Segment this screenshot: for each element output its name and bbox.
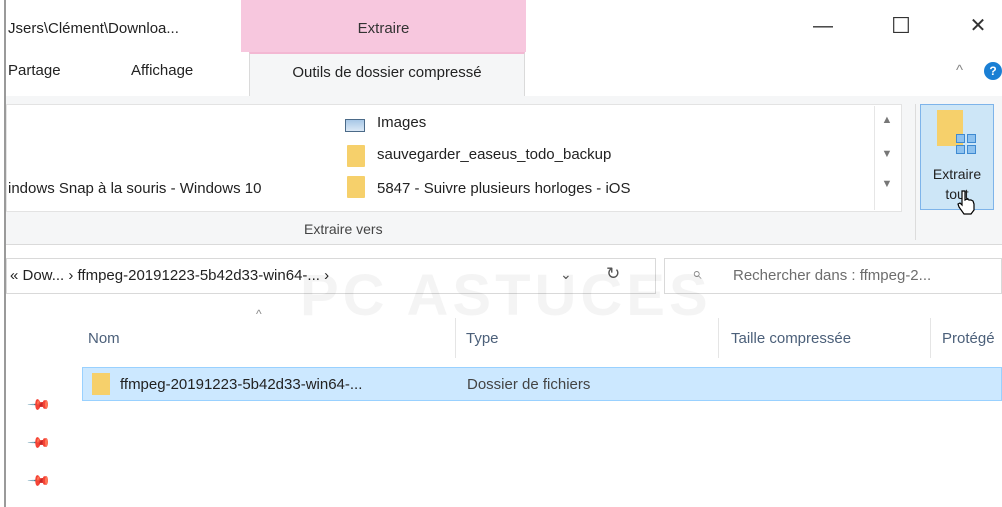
tab-compressed-folder-tools-label: Outils de dossier compressé — [292, 64, 482, 81]
row-type: Dossier de fichiers — [467, 376, 591, 393]
gallery-item-images[interactable]: Images — [377, 114, 426, 131]
column-divider[interactable] — [718, 318, 719, 358]
help-icon[interactable]: ? — [984, 62, 1002, 80]
extract-all-label-line1: Extraire — [932, 166, 982, 182]
collapse-ribbon-icon[interactable]: ^ — [956, 62, 963, 79]
gallery-item-easeus[interactable]: sauvegarder_easeus_todo_backup — [377, 146, 611, 163]
folder-icon — [347, 145, 365, 167]
tab-share[interactable]: Partage — [8, 62, 61, 79]
scroll-up-icon[interactable]: ▲ — [875, 114, 899, 126]
gallery-item-windows-snap[interactable]: indows Snap à la souris - Windows 10 — [8, 180, 261, 197]
context-tab-label: Extraire — [357, 20, 410, 37]
extract-grid-icon — [956, 134, 978, 156]
folder-icon — [347, 176, 365, 198]
pin-icon[interactable]: 📌 — [26, 392, 52, 418]
tab-compressed-folder-tools[interactable]: Outils de dossier compressé — [249, 52, 525, 96]
context-tab-header: Extraire — [241, 0, 526, 52]
column-divider[interactable] — [455, 318, 456, 358]
column-header-protected[interactable]: Protégé — [942, 330, 995, 347]
breadcrumb[interactable]: « Dow... › ffmpeg-20191223-5b42d33-win64… — [10, 267, 329, 284]
group-divider — [915, 104, 916, 240]
window-title: Jsers\Clément\Downloa... — [8, 20, 179, 37]
gallery-item-5847[interactable]: 5847 - Suivre plusieurs horloges - iOS — [377, 180, 630, 197]
tab-view[interactable]: Affichage — [131, 62, 193, 79]
gallery-expand-icon[interactable]: ▼ — [875, 178, 899, 190]
watermark: PC ASTUCES — [300, 262, 712, 329]
scroll-down-icon[interactable]: ▼ — [875, 148, 899, 160]
pin-icon[interactable]: 📌 — [26, 430, 52, 456]
row-name: ffmpeg-20191223-5b42d33-win64-... — [120, 376, 363, 393]
close-button[interactable]: ✕ — [958, 8, 998, 44]
column-header-compressed-size[interactable]: Taille compressée — [731, 330, 851, 347]
column-divider[interactable] — [930, 318, 931, 358]
search-input[interactable]: Rechercher dans : ffmpeg-2... — [733, 267, 931, 284]
pictures-icon — [345, 119, 365, 132]
minimize-button[interactable]: — — [803, 8, 843, 44]
folder-icon — [92, 373, 110, 395]
sort-ascending-icon: ^ — [256, 307, 262, 321]
gallery-scrollbar[interactable]: ▲ ▼ ▼ — [874, 106, 899, 210]
group-label-extract-to: Extraire vers — [304, 221, 383, 237]
maximize-button[interactable]: ☐ — [881, 8, 921, 44]
column-header-name[interactable]: Nom — [88, 330, 120, 347]
hand-cursor-icon — [957, 190, 975, 215]
pin-icon[interactable]: 📌 — [26, 468, 52, 494]
column-header-type[interactable]: Type — [466, 330, 499, 347]
